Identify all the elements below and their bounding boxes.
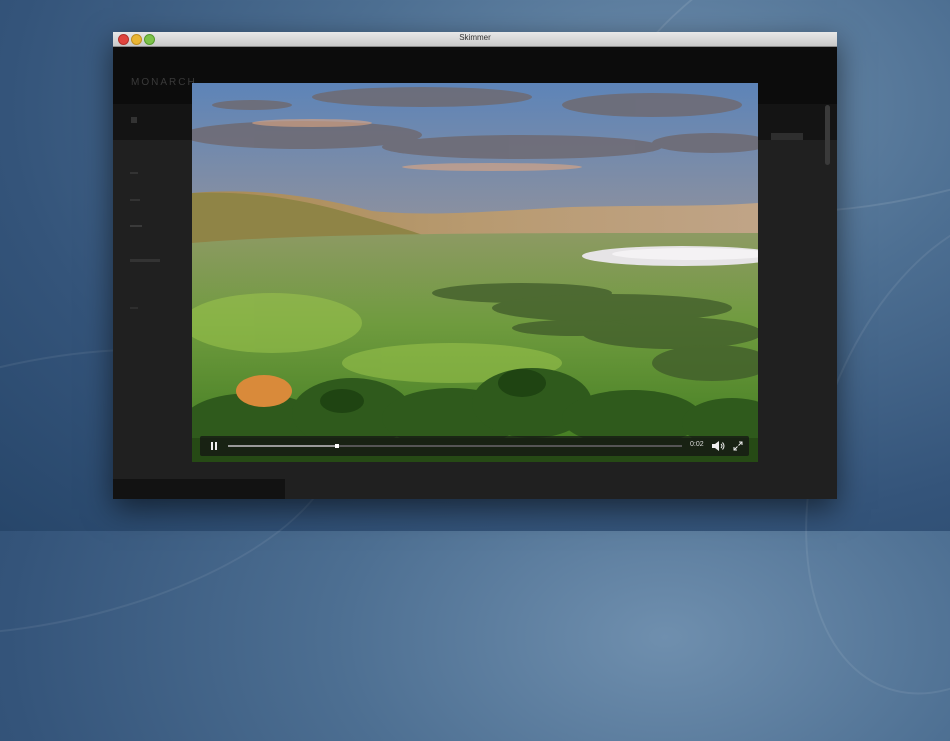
menu-icon[interactable] <box>131 117 137 123</box>
seek-bar-played <box>228 445 337 447</box>
sidebar-item[interactable] <box>130 172 138 174</box>
volume-icon[interactable] <box>712 441 726 451</box>
pause-icon[interactable] <box>209 441 219 451</box>
seek-handle[interactable] <box>334 444 339 448</box>
title-bar[interactable]: Skimmer <box>113 32 837 47</box>
window-title: Skimmer <box>459 33 491 42</box>
elapsed-time: 0:02 <box>690 441 704 448</box>
sidebar-item[interactable] <box>130 307 138 309</box>
video-player[interactable]: 0:02 <box>192 83 758 462</box>
header-button[interactable] <box>771 133 803 140</box>
video-controls: 0:02 <box>200 436 749 456</box>
seek-bar[interactable] <box>228 444 682 448</box>
sidebar-item[interactable] <box>130 199 140 201</box>
sidebar-item[interactable] <box>130 225 142 227</box>
sidebar-item[interactable] <box>130 259 160 262</box>
fullscreen-icon[interactable] <box>733 441 743 451</box>
brand-logo: MONARCH <box>131 77 197 88</box>
scrollbar[interactable] <box>825 105 830 165</box>
bottom-bar <box>113 479 285 499</box>
video-frame <box>192 83 758 462</box>
